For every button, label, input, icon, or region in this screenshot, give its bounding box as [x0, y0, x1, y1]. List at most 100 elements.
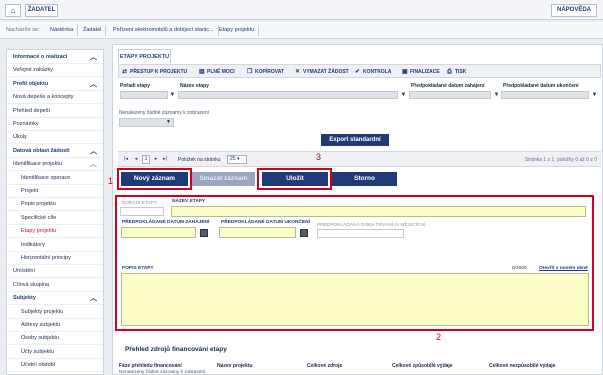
applicant-button[interactable]: ŽADATEL — [25, 4, 58, 17]
column-header[interactable]: Předpokládané datum ukončení — [503, 83, 579, 89]
finance-grid: Fáze přehledu financování Název projektu… — [117, 360, 601, 375]
filter-input[interactable] — [409, 91, 491, 99]
column-header[interactable]: Pořadí etapy — [120, 83, 150, 89]
delete-record-button[interactable]: Smazat záznam — [192, 172, 255, 186]
sidebar-item[interactable]: Adresy subjektu — [7, 319, 103, 332]
sidebar-item[interactable]: Specifické cíle — [7, 212, 103, 225]
filter-input[interactable] — [501, 91, 589, 99]
sidebar-item[interactable]: Informace o realizaci ︿ — [7, 51, 103, 64]
chevron-up-icon[interactable]: ︿ — [90, 145, 97, 157]
page-number[interactable]: 1 — [142, 155, 150, 164]
sidebar-item[interactable]: Horizontální principy — [7, 252, 103, 265]
sidebar-item[interactable]: Datová oblast žádosti ︿ — [7, 145, 103, 158]
column-header[interactable]: Předpokládané datum zahájení — [411, 83, 484, 89]
tab-etapy-projektu[interactable]: ETAPY PROJEKTU — [118, 49, 171, 63]
sidebar-item[interactable]: Osoby subjektu — [7, 332, 103, 346]
toolbar-button-label: VYMAZAT ŽÁDOST — [303, 69, 349, 75]
sidebar-item-label: Identifikace operace — [21, 174, 71, 181]
sidebar-item-label: Poznámky — [13, 121, 39, 127]
filter-input[interactable] — [178, 91, 398, 99]
column-header[interactable]: Celkové zdroje — [307, 363, 342, 369]
sidebar-item[interactable]: Indikátory — [7, 239, 103, 252]
toolbar-button[interactable]: ⇄ PŘESTUP K PROJEKTU — [122, 66, 187, 78]
next-page-button[interactable]: ▸ — [152, 155, 160, 164]
sidebar-item-label: Informace o realizaci — [13, 54, 68, 60]
start-date-field[interactable] — [121, 227, 196, 238]
filter-icon[interactable]: ▼ — [591, 91, 598, 99]
sidebar-item[interactable]: Poznámky — [7, 118, 103, 131]
sidebar-item[interactable]: Profil objektu ︿ — [7, 78, 103, 91]
toolbar-button[interactable]: ✔ KONTROLA — [355, 66, 391, 78]
chevron-up-icon[interactable]: ︿ — [90, 51, 97, 63]
breadcrumb-lead: Nacházíte se: — [6, 27, 40, 33]
sidebar-item[interactable]: Úkoly — [7, 131, 103, 145]
sidebar-item[interactable]: Popis projektu — [7, 198, 103, 212]
toolbar-button[interactable]: ▣ FINALIZACE — [402, 66, 440, 78]
column-header[interactable]: Název etapy — [180, 83, 209, 89]
toolbar: ⇄ PŘESTUP K PROJEKTU ▤ PLNÉ MOCI ❐ KOPÍROVAT ✕… — [118, 64, 601, 78]
row-select[interactable]: ▼ — [119, 118, 174, 127]
sidebar-item[interactable]: Přehled depeší — [7, 105, 103, 118]
calendar-icon[interactable] — [300, 229, 308, 237]
breadcrumb-item[interactable]: Nástěnka — [46, 25, 79, 36]
column-header[interactable]: Fáze přehledu financování — [119, 363, 182, 369]
sidebar-item[interactable]: Účetní období — [7, 359, 103, 373]
filter-icon[interactable]: ▼ — [169, 91, 176, 99]
help-button[interactable]: NÁPOVĚDA — [551, 4, 597, 17]
sidebar-item[interactable]: Identifikace projektu ︿ — [7, 158, 103, 172]
order-label: POŘADÍ ETAPY — [122, 201, 158, 206]
chevron-up-icon[interactable]: ︿ — [90, 78, 97, 90]
open-in-new-window-link[interactable]: Otevřít v novém okně — [539, 266, 588, 271]
sidebar-item[interactable]: Veřejné zakázky — [7, 64, 103, 78]
stages-grid-header: Pořadí etapy Název etapy Předpokládané d… — [118, 83, 601, 103]
chevron-up-icon[interactable]: ︿ — [90, 292, 97, 304]
sidebar-item[interactable]: Subjekty ︿ — [7, 292, 103, 306]
sidebar-item-label: Úkoly — [13, 134, 27, 141]
column-header[interactable]: Celkové nezpůsobilé výdaje — [489, 363, 555, 369]
column-header[interactable]: Název projektu — [217, 363, 253, 369]
calendar-icon[interactable] — [200, 229, 208, 237]
storno-button[interactable]: Storno — [332, 172, 397, 186]
pager-info: Stránka 1 z 1, položky 0 až 0 z 0 — [524, 157, 597, 163]
filter-icon[interactable]: ▼ — [400, 91, 407, 99]
sidebar-item[interactable]: Nová depeše a koncepty — [7, 91, 103, 105]
print-icon: ⎙ — [447, 69, 452, 75]
toolbar-button[interactable]: ❐ KOPÍROVAT — [247, 66, 284, 78]
end-date-field[interactable] — [219, 227, 296, 238]
sidebar-item[interactable]: Identifikace operace — [7, 172, 103, 185]
home-button[interactable]: ⌂ — [5, 4, 21, 17]
filter-icon[interactable]: ▼ — [493, 91, 500, 99]
sidebar-item-label: Účetní období — [21, 362, 56, 369]
first-page-button[interactable]: |◂ — [122, 155, 130, 164]
toolbar-button-label: PLNÉ MOCI — [207, 69, 235, 75]
sidebar-item[interactable]: Subjekty projektu — [7, 306, 103, 319]
check-icon: ✔ — [355, 69, 361, 75]
sidebar-item-label: Účty subjektu — [21, 348, 55, 355]
order-field[interactable] — [120, 207, 164, 216]
sidebar-item-label: Projekt — [21, 188, 39, 194]
breadcrumb-item[interactable]: Pořízení elektromobilů a dobíjecí stanic… — [109, 25, 219, 36]
description-textarea[interactable] — [121, 273, 589, 326]
breadcrumb-item[interactable]: Žadatel — [79, 25, 107, 36]
annotation-number-2: 2 — [436, 332, 442, 342]
toolbar-button[interactable]: ✕ VYMAZAT ŽÁDOST — [295, 66, 349, 78]
filter-input[interactable] — [120, 91, 168, 99]
sidebar-item-label: Popis projektu — [21, 201, 56, 208]
sidebar-item[interactable]: Cílová skupina — [7, 279, 103, 292]
per-page-select[interactable]: 25 ▾ — [227, 155, 247, 164]
sidebar-item[interactable]: Etapy projektu — [7, 225, 103, 239]
chevron-up-icon[interactable]: ︿ — [90, 158, 97, 170]
stage-name-field[interactable] — [171, 206, 586, 217]
toolbar-button[interactable]: ⎙ TISK — [447, 66, 466, 78]
column-header[interactable]: Celkové způsobilé výdaje — [392, 363, 453, 369]
sidebar-item[interactable]: Účty subjektu — [7, 346, 103, 359]
last-page-button[interactable]: ▸| — [161, 155, 169, 164]
sidebar-item[interactable]: Projekt — [7, 185, 103, 198]
copy-icon: ❐ — [247, 69, 253, 75]
sidebar-item[interactable]: Umístění — [7, 265, 103, 279]
home-icon: ⌂ — [10, 6, 16, 15]
export-button[interactable]: Export standardní — [321, 134, 389, 146]
prev-page-button[interactable]: ◂ — [132, 155, 140, 164]
toolbar-button[interactable]: ▤ PLNÉ MOCI — [199, 66, 235, 78]
no-records-message: Nenalezeny žádné záznamy k zobrazení — [119, 370, 206, 375]
